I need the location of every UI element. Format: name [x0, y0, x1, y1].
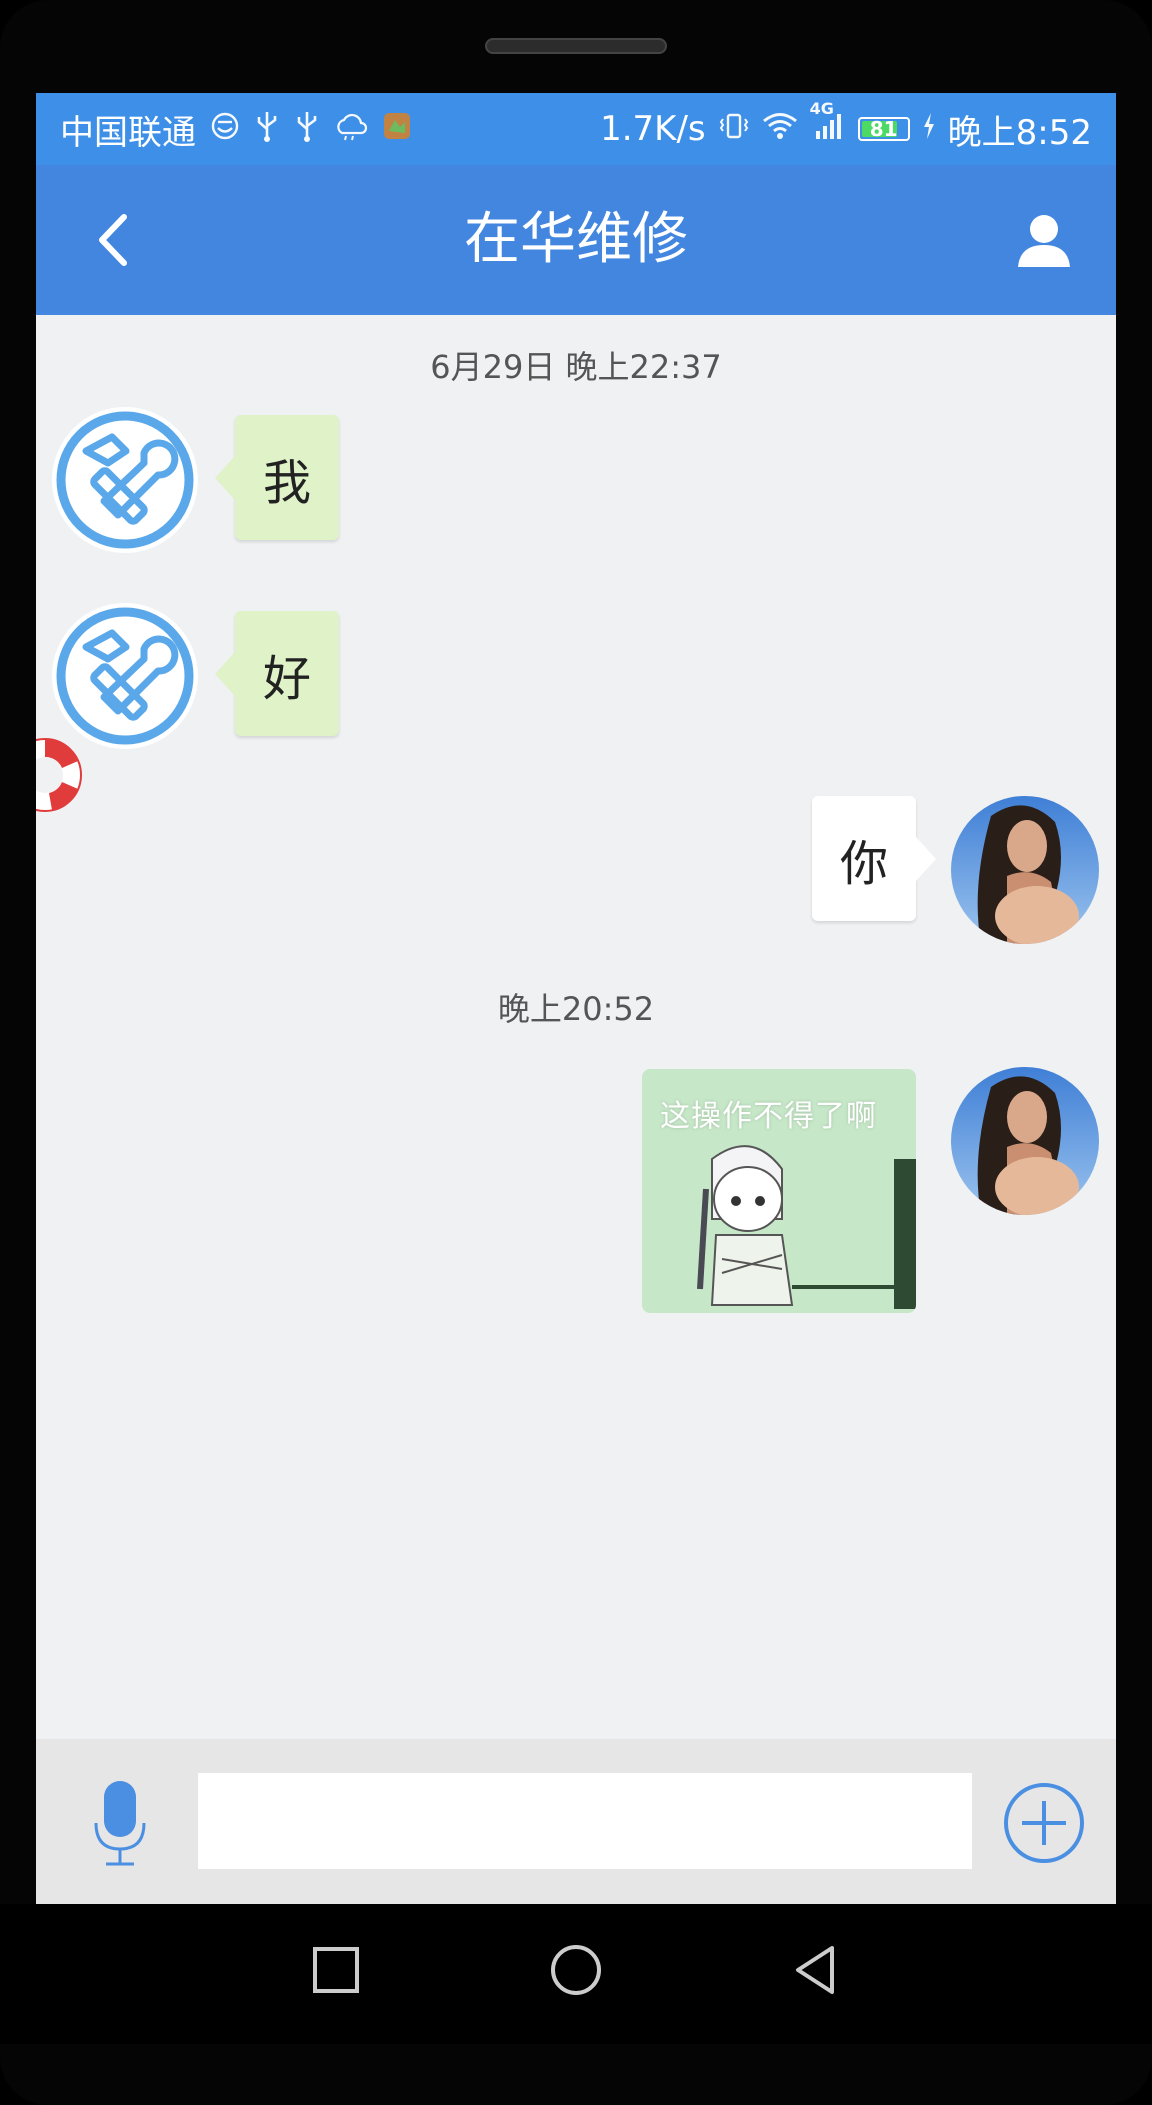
- usb-icon: [294, 109, 320, 150]
- status-bar-right: 1.7K/s 4G 81 晚上8:52: [600, 93, 1092, 165]
- home-icon[interactable]: [546, 1940, 606, 2000]
- message-text: 你: [839, 835, 888, 892]
- input-bar: [36, 1739, 1116, 1904]
- clock: 晚上8:52: [947, 112, 1092, 153]
- lifebuoy-icon[interactable]: [36, 727, 90, 823]
- battery-icon: 81: [857, 117, 910, 141]
- weather-icon: [334, 111, 368, 148]
- phone-frame: 中国联通 1.7K/s 4G 81 晚上8:52 在华维修 6月29日 晚上22…: [0, 0, 1152, 2105]
- battery-level: 81: [869, 117, 898, 141]
- chat-timestamp: 晚上20:52: [497, 990, 655, 1028]
- message-input[interactable]: [198, 1773, 972, 1869]
- avatar[interactable]: [951, 796, 1099, 944]
- carrier-label: 中国联通: [60, 112, 196, 153]
- chat-timestamp: 6月29日 晚上22:37: [430, 348, 722, 386]
- message-text: 好: [262, 650, 311, 707]
- avatar[interactable]: [951, 1067, 1099, 1215]
- back-icon[interactable]: [786, 1940, 846, 2000]
- repair-tools-icon[interactable]: [52, 407, 198, 553]
- app-bar: 在华维修: [36, 165, 1116, 315]
- status-bar: 中国联通 1.7K/s 4G 81 晚上8:52: [36, 93, 1116, 165]
- screen: 中国联通 1.7K/s 4G 81 晚上8:52 在华维修 6月29日 晚上22…: [36, 93, 1116, 1904]
- message-bubble[interactable]: 你: [812, 796, 936, 921]
- navigation-bar: [0, 1904, 1152, 2044]
- network-speed: 1.7K/s: [600, 109, 706, 149]
- network-type: 4G: [809, 98, 834, 118]
- message-bubble[interactable]: 我: [215, 415, 339, 540]
- signal-icon: 4G: [810, 99, 846, 148]
- wifi-icon: [762, 112, 798, 147]
- charging-icon: [922, 112, 936, 147]
- recent-apps-icon[interactable]: [306, 1940, 366, 2000]
- microphone-icon[interactable]: [90, 1779, 150, 1869]
- person-icon[interactable]: [1012, 209, 1076, 273]
- smile-icon: [210, 111, 240, 148]
- status-bar-left: 中国联通: [60, 93, 412, 165]
- message-text: 我: [262, 454, 311, 511]
- sticker-image[interactable]: 这操作不得了啊: [642, 1069, 916, 1313]
- earpiece-speaker: [485, 38, 667, 54]
- message-bubble[interactable]: 好: [215, 611, 339, 736]
- plus-circle-icon[interactable]: [1002, 1781, 1086, 1865]
- vibrate-icon: [718, 111, 750, 148]
- app-notification-icon: [382, 111, 412, 148]
- page-title: 在华维修: [464, 207, 688, 272]
- usb-icon: [254, 109, 280, 150]
